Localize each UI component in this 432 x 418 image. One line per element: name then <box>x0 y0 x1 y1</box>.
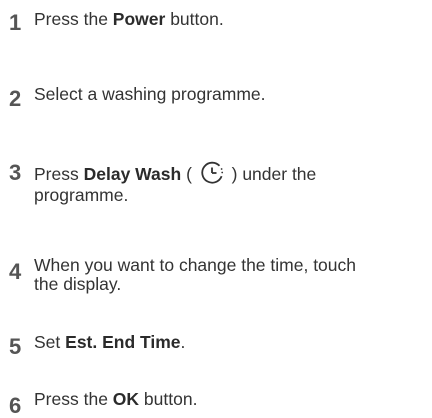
delay-wash-label: Delay Wash <box>83 164 182 184</box>
power-label: Power <box>112 9 166 29</box>
step-text: Press the OK button. <box>34 390 426 409</box>
step-text-pre: Press <box>34 164 84 184</box>
step-text: Press Delay Wash ( ) under the programme… <box>34 160 426 205</box>
step-number: 5 <box>9 334 22 359</box>
step-text-line-1: Press Delay Wash ( ) under the <box>34 160 426 186</box>
step-text-line-2: the display. <box>34 274 122 294</box>
step-text: Select a washing programme. <box>34 84 266 104</box>
step-text-post: . <box>180 332 186 352</box>
step-number: 2 <box>9 86 22 111</box>
step-text: When you want to change the time, touch … <box>34 256 426 294</box>
step-text-line-1: When you want to change the time, touch <box>34 255 356 275</box>
step-text: Set Est. End Time. <box>34 333 426 352</box>
paren-open: ( <box>181 164 197 184</box>
step-text: Press the Power button. <box>34 10 426 29</box>
clock-icon <box>201 161 223 184</box>
step-text-pre: Set <box>34 332 66 352</box>
step-text-post: button. <box>165 9 224 29</box>
step-number: 3 <box>9 160 22 185</box>
step-number: 4 <box>9 259 22 284</box>
step-text-line-2: programme. <box>34 185 129 205</box>
step-number: 6 <box>9 393 22 418</box>
step-text-post: button. <box>139 389 198 409</box>
step-text-pre: Press the <box>34 9 113 29</box>
step-text-pre: Press the <box>34 389 113 409</box>
est-end-time-label: Est. End Time <box>65 332 181 352</box>
step-number: 1 <box>9 10 22 35</box>
ok-label: OK <box>112 389 140 409</box>
step-text-post: ) under the <box>226 164 317 184</box>
